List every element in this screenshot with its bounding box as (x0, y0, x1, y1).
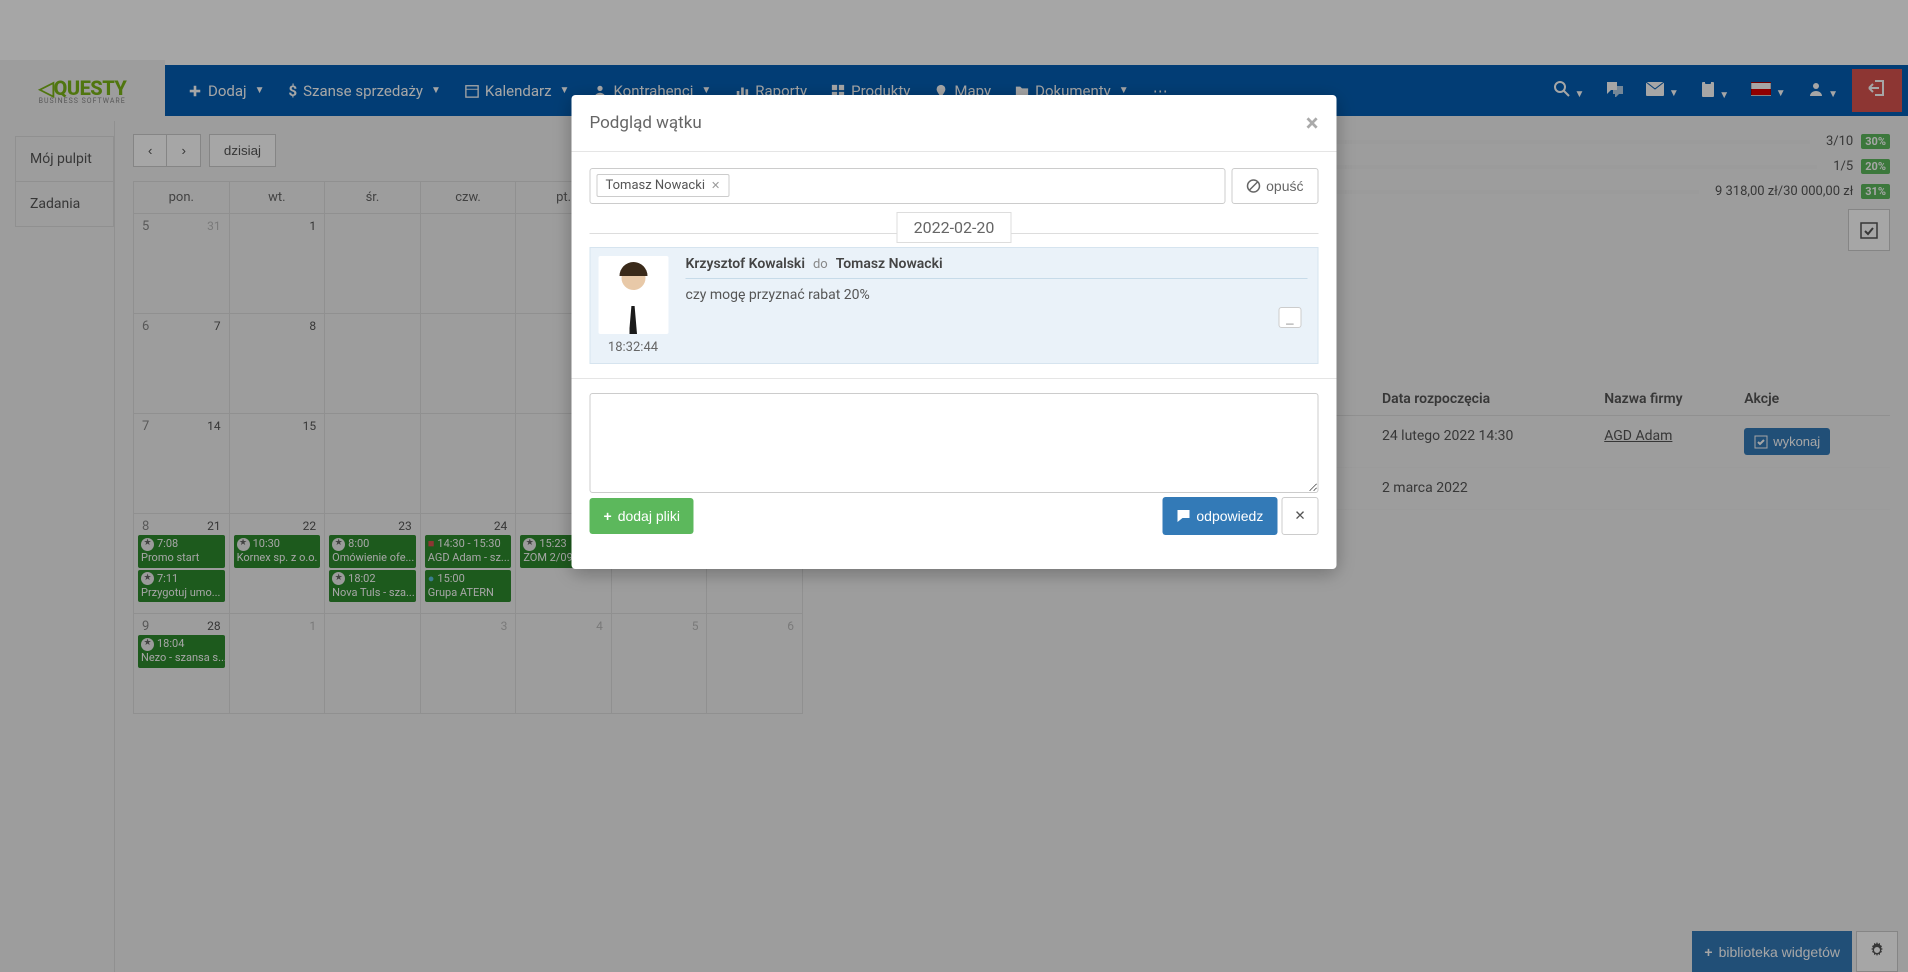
message-from: Krzysztof Kowalski (686, 256, 805, 272)
thread-preview-modal: Podgląd wątku × Tomasz Nowacki ✕ opuść 2… (572, 95, 1337, 569)
add-files-button[interactable]: +dodaj pliki (590, 498, 694, 534)
reply-button[interactable]: odpowiedz (1162, 497, 1277, 535)
modal-title: Podgląd wątku (590, 113, 702, 133)
cancel-reply-button[interactable]: ✕ (1281, 497, 1318, 535)
message-collapse-button[interactable]: _ (1278, 307, 1301, 328)
message-time: 18:32:44 (608, 340, 658, 355)
message-to: Tomasz Nowacki (836, 256, 943, 272)
avatar (598, 256, 668, 334)
message-text: czy mogę przyznać rabat 20% (686, 287, 1308, 303)
date-divider: 2022-02-20 (590, 218, 1319, 237)
plus-icon: + (604, 508, 612, 524)
message: 18:32:44 Krzysztof Kowalski do Tomasz No… (590, 247, 1319, 364)
ban-icon (1246, 179, 1260, 193)
comment-icon (1176, 509, 1190, 523)
recipient-tag: Tomasz Nowacki ✕ (597, 174, 730, 197)
leave-button[interactable]: opuść (1231, 168, 1318, 204)
remove-tag-button[interactable]: ✕ (711, 179, 720, 192)
reply-textarea[interactable] (590, 393, 1319, 493)
recipients-input[interactable]: Tomasz Nowacki ✕ (590, 168, 1226, 204)
close-button[interactable]: × (1306, 109, 1319, 137)
